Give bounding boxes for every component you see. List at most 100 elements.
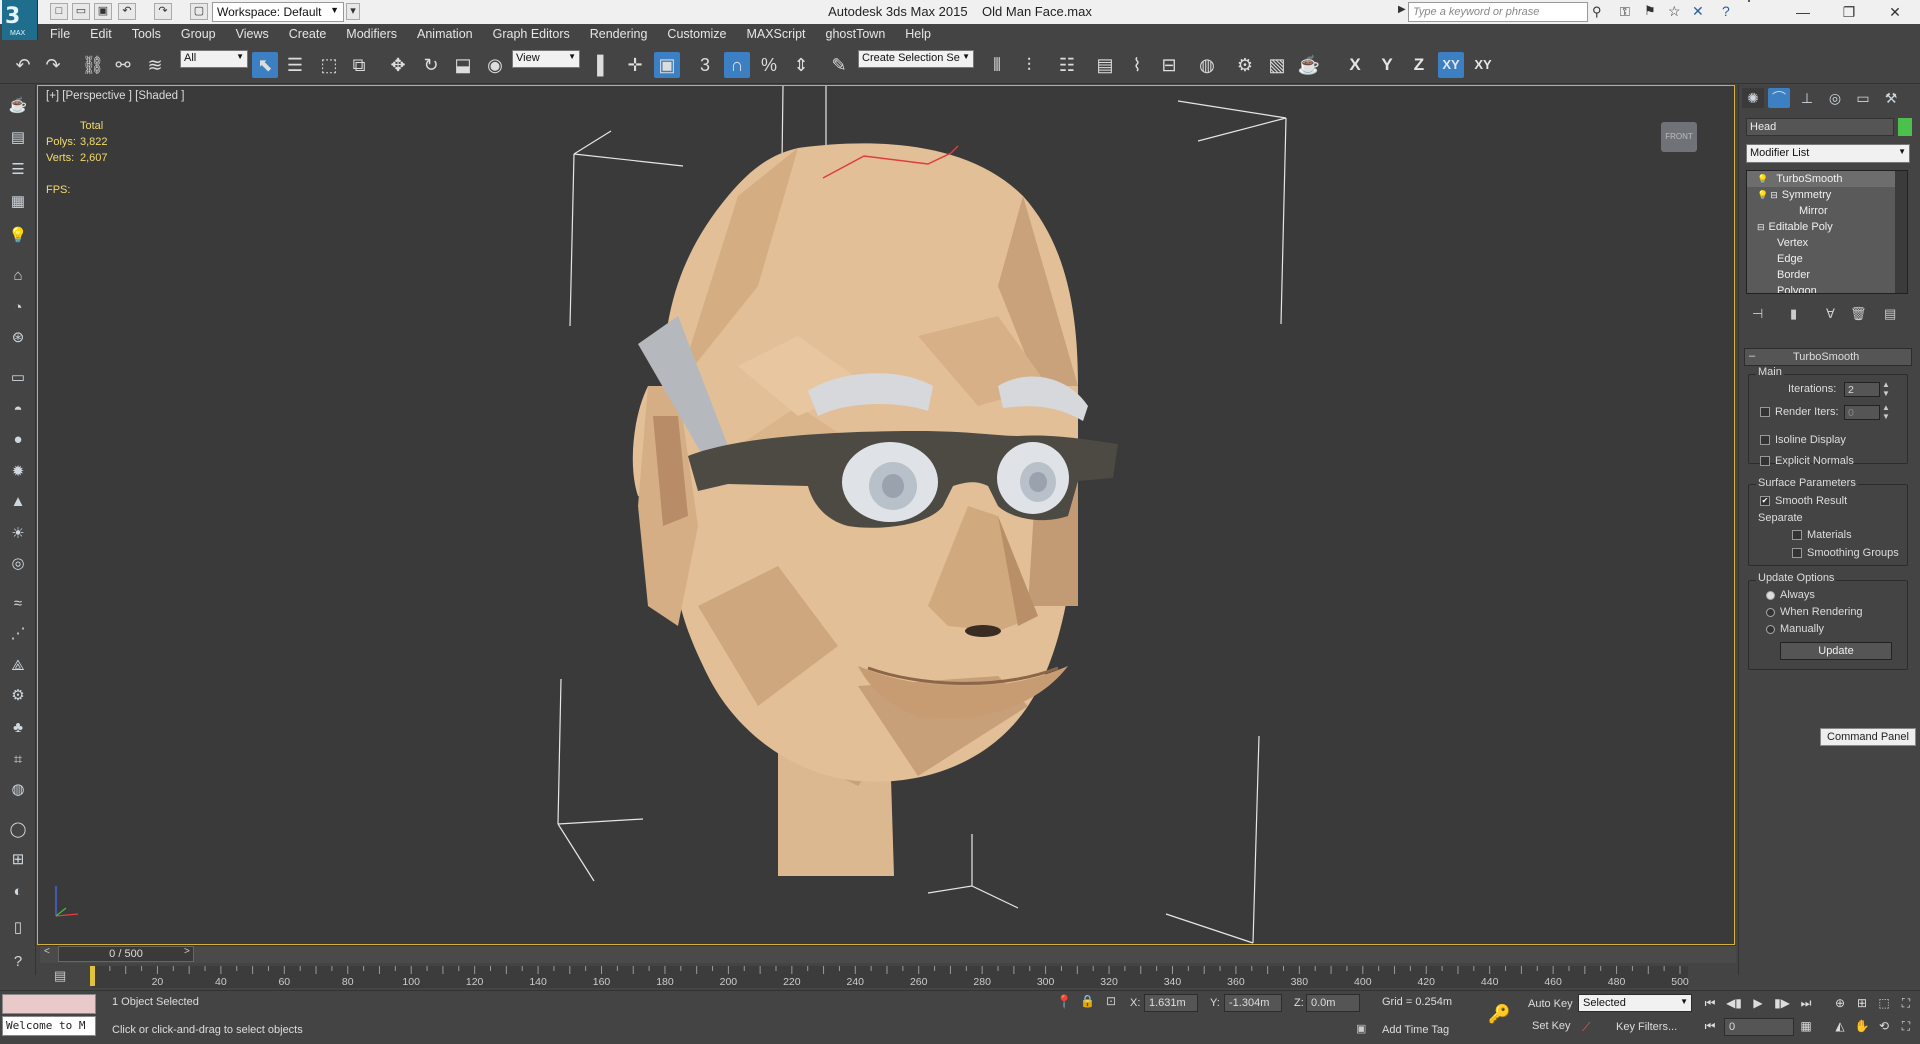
- undo-icon[interactable]: ↶: [10, 52, 36, 78]
- favorites-icon[interactable]: ☆: [1668, 3, 1681, 20]
- utilities-icon[interactable]: ⊞: [6, 848, 30, 872]
- next-frame-icon[interactable]: ▮▶: [1772, 993, 1792, 1013]
- stack-item-symmetry[interactable]: 💡 ⊟ Symmetry: [1747, 187, 1907, 203]
- axis-x-button[interactable]: X: [1342, 52, 1368, 78]
- camera-icon[interactable]: ⌂: [6, 264, 30, 288]
- redo-icon[interactable]: ↷: [40, 52, 66, 78]
- add-time-tag-button[interactable]: Add Time Tag: [1382, 1024, 1449, 1036]
- modifier-list-dropdown[interactable]: Modifier List ▼: [1746, 144, 1910, 163]
- link-icon[interactable]: ⛓: [80, 52, 106, 78]
- menu-animation[interactable]: Animation: [407, 24, 483, 41]
- menu-ghosttown[interactable]: ghostTown: [816, 24, 896, 41]
- key-filters-button[interactable]: Key Filters...: [1616, 1021, 1677, 1033]
- stack-item-editable-poly[interactable]: ⊟ Editable Poly: [1747, 219, 1907, 235]
- sphere-icon[interactable]: ●: [6, 428, 30, 452]
- rotate-icon[interactable]: ↻: [418, 52, 444, 78]
- iterations-spinner[interactable]: 2: [1844, 382, 1880, 397]
- rollout-header[interactable]: – TurboSmooth: [1744, 348, 1912, 366]
- x-coordinate-field[interactable]: 1.631m: [1144, 994, 1198, 1012]
- zoom-all-icon[interactable]: ⊞: [1852, 993, 1872, 1013]
- spinner-snap-icon[interactable]: ⇕: [788, 52, 814, 78]
- update-button[interactable]: Update: [1780, 642, 1892, 660]
- go-to-end-icon[interactable]: ⏭: [1796, 993, 1816, 1013]
- stack-item-vertex[interactable]: Vertex: [1747, 235, 1907, 251]
- maximize-viewport-icon[interactable]: ⛶: [1896, 1016, 1916, 1036]
- exchange-icon[interactable]: ✕: [1692, 3, 1704, 20]
- open-file-icon[interactable]: ▭: [72, 3, 90, 20]
- menu-graph-editors[interactable]: Graph Editors: [483, 24, 580, 41]
- communication-icon[interactable]: ⚑: [1644, 3, 1656, 19]
- help-icon[interactable]: ?: [1722, 3, 1730, 19]
- undo-icon[interactable]: ↶: [118, 3, 136, 20]
- smoothing-groups-row[interactable]: Smoothing Groups: [1792, 547, 1899, 559]
- pivot-center-icon[interactable]: ▐: [584, 52, 610, 78]
- place-icon[interactable]: ◉: [482, 52, 508, 78]
- percent-snap-icon[interactable]: %: [756, 52, 782, 78]
- zoom-icon[interactable]: ⊕: [1830, 993, 1850, 1013]
- angle-snap-icon[interactable]: ∩: [724, 52, 750, 78]
- menu-customize[interactable]: Customize: [657, 24, 736, 41]
- wave-icon[interactable]: ≈: [6, 592, 30, 616]
- motion-tab-icon[interactable]: ◎: [1824, 88, 1846, 108]
- edit-named-selections-icon[interactable]: ✎: [826, 52, 852, 78]
- render-iters-spinner[interactable]: 0: [1844, 405, 1880, 420]
- always-row[interactable]: Always: [1766, 589, 1815, 601]
- materials-row[interactable]: Materials: [1792, 529, 1852, 541]
- iterations-spinner-arrows[interactable]: ▲ ▼: [1882, 380, 1890, 398]
- stack-item-polygon[interactable]: Polygon: [1747, 283, 1907, 293]
- teapot-icon[interactable]: ☕: [6, 94, 30, 118]
- time-slider-next-icon[interactable]: >: [184, 946, 190, 957]
- scene-explorer-icon[interactable]: ▤: [6, 126, 30, 150]
- graphite-ribbon-icon[interactable]: ▤: [1092, 52, 1118, 78]
- rendered-frame-icon[interactable]: ▧: [1264, 52, 1290, 78]
- world-icon[interactable]: ◐: [6, 880, 30, 904]
- spiral-icon[interactable]: ◍: [6, 778, 30, 802]
- app-menu-button[interactable]: 3 MAX: [2, 0, 38, 40]
- layer-explorer-icon[interactable]: ☰: [6, 158, 30, 182]
- help-icon[interactable]: ?: [6, 950, 30, 974]
- explicit-normals-row[interactable]: Explicit Normals: [1760, 455, 1854, 467]
- menu-file[interactable]: File: [40, 24, 80, 41]
- show-end-result-icon[interactable]: ▮: [1790, 306, 1797, 322]
- menu-group[interactable]: Group: [171, 24, 226, 41]
- menu-edit[interactable]: Edit: [80, 24, 122, 41]
- maximize-button[interactable]: ❐: [1826, 0, 1872, 24]
- selection-filter-dropdown[interactable]: All ▼: [180, 50, 248, 68]
- search-input[interactable]: Type a keyword or phrase: [1408, 2, 1588, 22]
- gear-icon[interactable]: ⚙: [6, 684, 30, 708]
- render-iters-row[interactable]: Render Iters:: [1760, 406, 1839, 418]
- time-configuration-icon[interactable]: ▦: [1796, 1016, 1816, 1036]
- track-bar[interactable]: [92, 966, 1688, 988]
- always-radio[interactable]: [1766, 590, 1775, 600]
- when-rendering-radio[interactable]: [1766, 607, 1775, 617]
- when-rendering-row[interactable]: When Rendering: [1766, 606, 1863, 618]
- menu-maxscript[interactable]: MAXScript: [736, 24, 815, 41]
- menu-create[interactable]: Create: [279, 24, 337, 41]
- create-tab-icon[interactable]: ✺: [1742, 88, 1764, 108]
- keyboard-shortcut-override-icon[interactable]: ▣: [654, 52, 680, 78]
- new-file-icon[interactable]: □: [50, 3, 68, 20]
- pin-stack-icon[interactable]: ⊣: [1752, 306, 1763, 322]
- time-slider-track[interactable]: [40, 945, 1736, 963]
- zoom-extents-icon[interactable]: ⬚: [1874, 993, 1894, 1013]
- named-selection-dropdown[interactable]: Create Selection Se ▼: [858, 50, 974, 68]
- workspace-dropdown[interactable]: Workspace: Default ▼: [212, 2, 344, 22]
- redo-icon[interactable]: ↷: [154, 3, 172, 20]
- reference-coordinate-dropdown[interactable]: View ▼: [512, 50, 580, 68]
- perspective-viewport[interactable]: [+] [Perspective ] [Shaded ] Total Polys…: [37, 85, 1735, 945]
- light-bulb-icon[interactable]: 💡: [1757, 174, 1768, 184]
- materials-checkbox[interactable]: [1792, 530, 1802, 541]
- schematic-view-icon[interactable]: ⊟: [1156, 52, 1182, 78]
- stack-item-border[interactable]: Border: [1747, 267, 1907, 283]
- plant-icon[interactable]: ♣: [6, 716, 30, 740]
- render-production-icon[interactable]: ☕: [1296, 52, 1322, 78]
- mesh-icon[interactable]: ⟁: [6, 654, 30, 678]
- smoothing-groups-checkbox[interactable]: [1792, 548, 1802, 559]
- set-key-icon[interactable]: 🔑: [1488, 1004, 1510, 1025]
- select-manipulate-icon[interactable]: ✛: [622, 52, 648, 78]
- modify-tab-icon[interactable]: ⌒: [1768, 88, 1790, 108]
- explicit-normals-checkbox[interactable]: [1760, 456, 1770, 467]
- key-mode-toggle-icon[interactable]: ⏮: [1700, 1016, 1720, 1036]
- stack-scrollbar[interactable]: [1895, 171, 1907, 293]
- time-slider-thumb[interactable]: 0 / 500: [58, 946, 194, 962]
